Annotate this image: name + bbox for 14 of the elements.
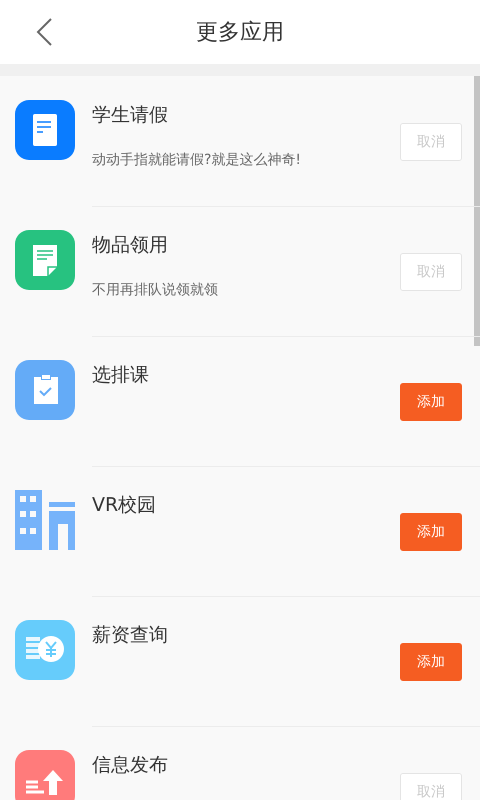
app-title: 物品领用: [92, 234, 169, 256]
scrollbar[interactable]: [474, 76, 480, 346]
app-description: 动动手指就能请假?就是这么神奇!: [92, 151, 302, 169]
app-title: 信息发布: [92, 754, 169, 776]
app-description: 不用再排队说领就领: [92, 281, 219, 299]
app-title: VR校园: [92, 494, 158, 516]
app-title: 学生请假: [92, 104, 169, 126]
page-title: 更多应用: [196, 19, 284, 47]
back-icon[interactable]: [34, 17, 54, 47]
add-button[interactable]: 添加: [400, 513, 462, 551]
app-title: 选排课: [92, 364, 150, 386]
app-title: 薪资查询: [92, 624, 169, 646]
add-button[interactable]: 添加: [400, 383, 462, 421]
add-button[interactable]: 添加: [400, 643, 462, 681]
